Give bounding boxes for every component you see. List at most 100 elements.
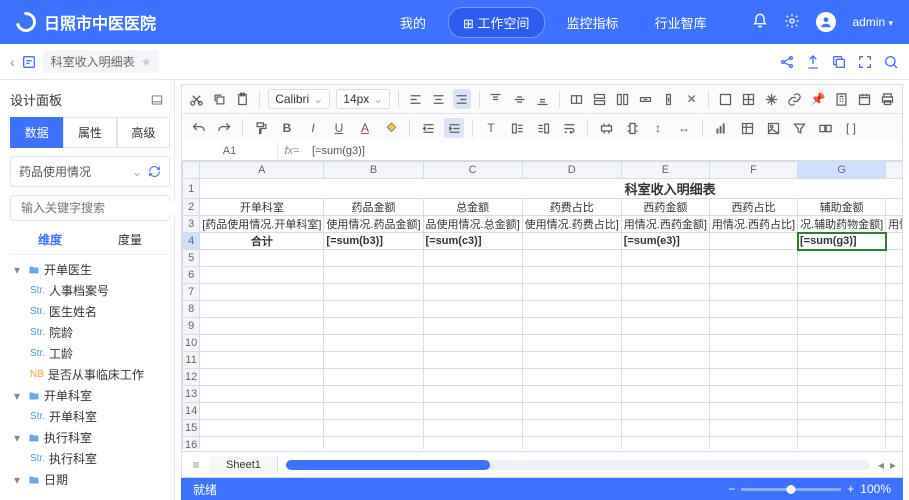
tree-field[interactable]: Str.医生姓名 [10, 301, 170, 322]
valign-mid-icon[interactable] [511, 89, 528, 109]
para-right-icon[interactable] [533, 118, 553, 138]
panel-tab-0[interactable]: 数据 [10, 117, 63, 148]
scroll-right-icon[interactable]: ▸ [890, 458, 896, 472]
zoom-slider[interactable] [741, 488, 841, 491]
indent-inc-icon[interactable] [444, 118, 464, 138]
tree-folder[interactable]: ▾开单科室 [10, 385, 170, 406]
pin-icon[interactable]: 📌 [810, 89, 827, 109]
tree-folder[interactable]: ▾开单医生 [10, 259, 170, 280]
refresh-icon[interactable] [148, 165, 161, 178]
sheet-tab[interactable]: Sheet1 [210, 456, 278, 474]
back-button[interactable]: ‹ [10, 54, 15, 70]
direction2-icon[interactable]: ↔ [674, 118, 694, 138]
expand-h-icon[interactable] [596, 118, 616, 138]
tab-title: 科室收入明细表 [51, 53, 135, 70]
insert-col-icon[interactable] [614, 89, 631, 109]
share-icon[interactable] [779, 54, 795, 70]
dim-tab-1[interactable]: 度量 [90, 231, 170, 248]
freeze-icon[interactable] [763, 89, 780, 109]
app-logo [12, 8, 40, 36]
dim-tab-0[interactable]: 维度 [10, 231, 90, 248]
sheet-menu-icon[interactable]: ≡ [182, 458, 210, 472]
align-left-icon[interactable] [407, 89, 424, 109]
font-color-icon[interactable]: A [355, 118, 375, 138]
align-center-icon[interactable] [430, 89, 447, 109]
tree-folder[interactable]: ▾执行科室 [10, 427, 170, 448]
group-icon[interactable] [815, 118, 835, 138]
nav-item-3[interactable]: 行业智库 [641, 8, 721, 37]
nav-item-0[interactable]: 我的 [386, 8, 440, 37]
align-right-icon[interactable] [453, 89, 470, 109]
star-icon[interactable]: ★ [141, 55, 152, 69]
dataset-select[interactable]: 药品使用情况 ⌄ [10, 156, 170, 187]
search-box[interactable] [10, 195, 170, 221]
border2-icon[interactable] [740, 89, 757, 109]
tree-folder[interactable]: ▾日期 [10, 469, 170, 490]
pivot-icon[interactable] [737, 118, 757, 138]
chevron-down-icon: ⌄ [132, 165, 142, 179]
tree-field[interactable]: Str.人事档案号 [10, 280, 170, 301]
para-left-icon[interactable] [507, 118, 527, 138]
filter-icon[interactable] [789, 118, 809, 138]
insert-row-icon[interactable] [591, 89, 608, 109]
border-icon[interactable] [717, 89, 734, 109]
tree-field[interactable]: Str.开单科室 [10, 406, 170, 427]
image-icon[interactable] [763, 118, 783, 138]
search-input[interactable] [21, 201, 176, 215]
link-icon[interactable] [786, 89, 803, 109]
underline-icon[interactable]: U [329, 118, 349, 138]
avatar[interactable] [816, 12, 836, 32]
search-big-icon[interactable] [883, 54, 899, 70]
copy-toolbar-icon[interactable] [211, 89, 228, 109]
cut-icon[interactable] [188, 89, 205, 109]
cell-ref[interactable]: A1 [182, 142, 278, 160]
bold-icon[interactable]: B [277, 118, 297, 138]
nav-item-1[interactable]: ⊞ 工作空间 [448, 7, 545, 38]
tree-field[interactable]: Str.执行科室 [10, 448, 170, 469]
scroll-left-icon[interactable]: ◂ [878, 458, 884, 472]
chart-icon[interactable] [711, 118, 731, 138]
bell-icon[interactable] [752, 13, 768, 32]
report-icon [21, 54, 37, 70]
calendar-icon[interactable] [856, 89, 873, 109]
expand-v-icon[interactable] [622, 118, 642, 138]
worksheet-tab[interactable]: 科室收入明细表 ★ [43, 50, 160, 73]
size-select[interactable]: 14px⌄ [336, 89, 390, 109]
bracket-icon[interactable]: [ ] [841, 118, 861, 138]
calc-icon[interactable] [833, 89, 850, 109]
tree-field[interactable]: NB是否从事临床工作 [10, 364, 170, 385]
format-painter-icon[interactable] [251, 118, 271, 138]
drawer-icon[interactable] [150, 93, 164, 107]
delete-row-icon[interactable] [637, 89, 654, 109]
print-icon[interactable] [879, 89, 896, 109]
panel-tab-1[interactable]: 属性 [63, 117, 116, 148]
user-name[interactable]: admin ▾ [852, 15, 893, 29]
fill-color-icon[interactable] [381, 118, 401, 138]
indent-dec-icon[interactable] [418, 118, 438, 138]
clear-icon[interactable]: ✕ [683, 89, 700, 109]
nav-item-2[interactable]: 监控指标 [553, 8, 633, 37]
font-select[interactable]: Calibri⌄ [268, 89, 330, 109]
tree-field[interactable]: Str.院龄 [10, 322, 170, 343]
copy-icon[interactable] [831, 54, 847, 70]
panel-tab-2[interactable]: 高级 [117, 117, 170, 148]
redo-icon[interactable] [214, 118, 234, 138]
export-icon[interactable] [805, 54, 821, 70]
valign-bot-icon[interactable] [534, 89, 551, 109]
merge-icon[interactable] [568, 89, 585, 109]
direction-icon[interactable]: ↕ [648, 118, 668, 138]
text-format-icon[interactable]: T [481, 118, 501, 138]
zoom-in-icon[interactable]: + [847, 482, 854, 496]
fx-input[interactable]: [=sum(g3)] [306, 142, 902, 160]
h-scrollbar[interactable] [286, 460, 870, 470]
italic-icon[interactable]: I [303, 118, 323, 138]
gear-icon[interactable] [784, 13, 800, 32]
tree-field[interactable]: Str.工龄 [10, 343, 170, 364]
fullscreen-icon[interactable] [857, 54, 873, 70]
wrap-icon[interactable] [559, 118, 579, 138]
valign-top-icon[interactable] [487, 89, 504, 109]
paste-icon[interactable] [234, 89, 251, 109]
undo-icon[interactable] [188, 118, 208, 138]
zoom-out-icon[interactable]: − [728, 482, 735, 496]
delete-col-icon[interactable] [660, 89, 677, 109]
